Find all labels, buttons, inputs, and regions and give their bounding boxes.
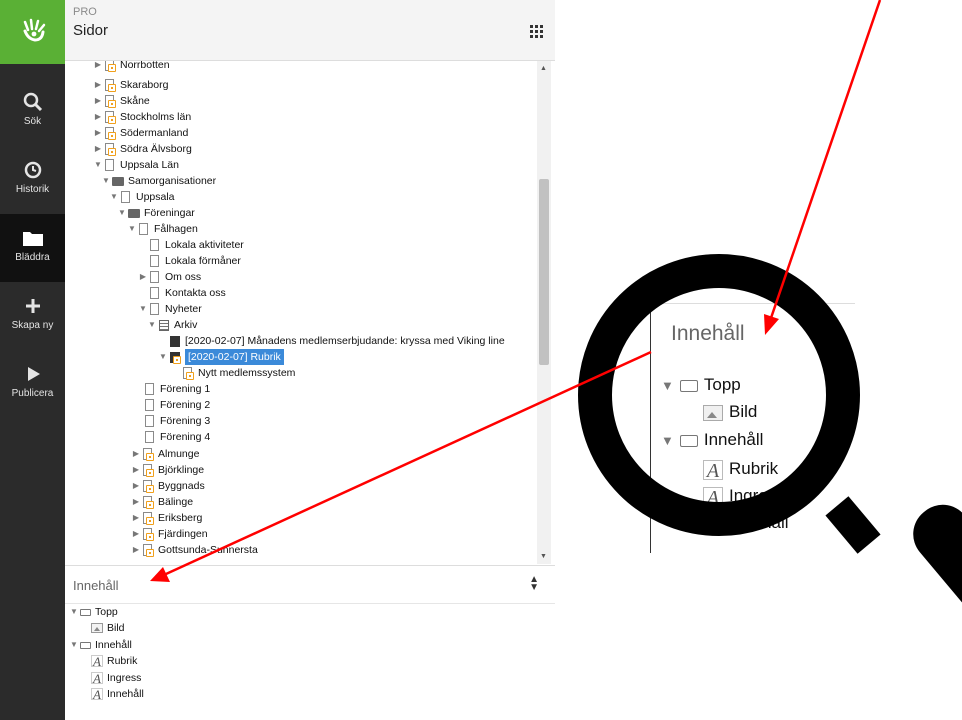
arrow-head-zoom xyxy=(764,314,779,335)
annotation-arrows xyxy=(150,0,882,582)
arrow-to-content-title xyxy=(165,350,652,576)
arrow-to-zoom-title xyxy=(769,0,882,319)
